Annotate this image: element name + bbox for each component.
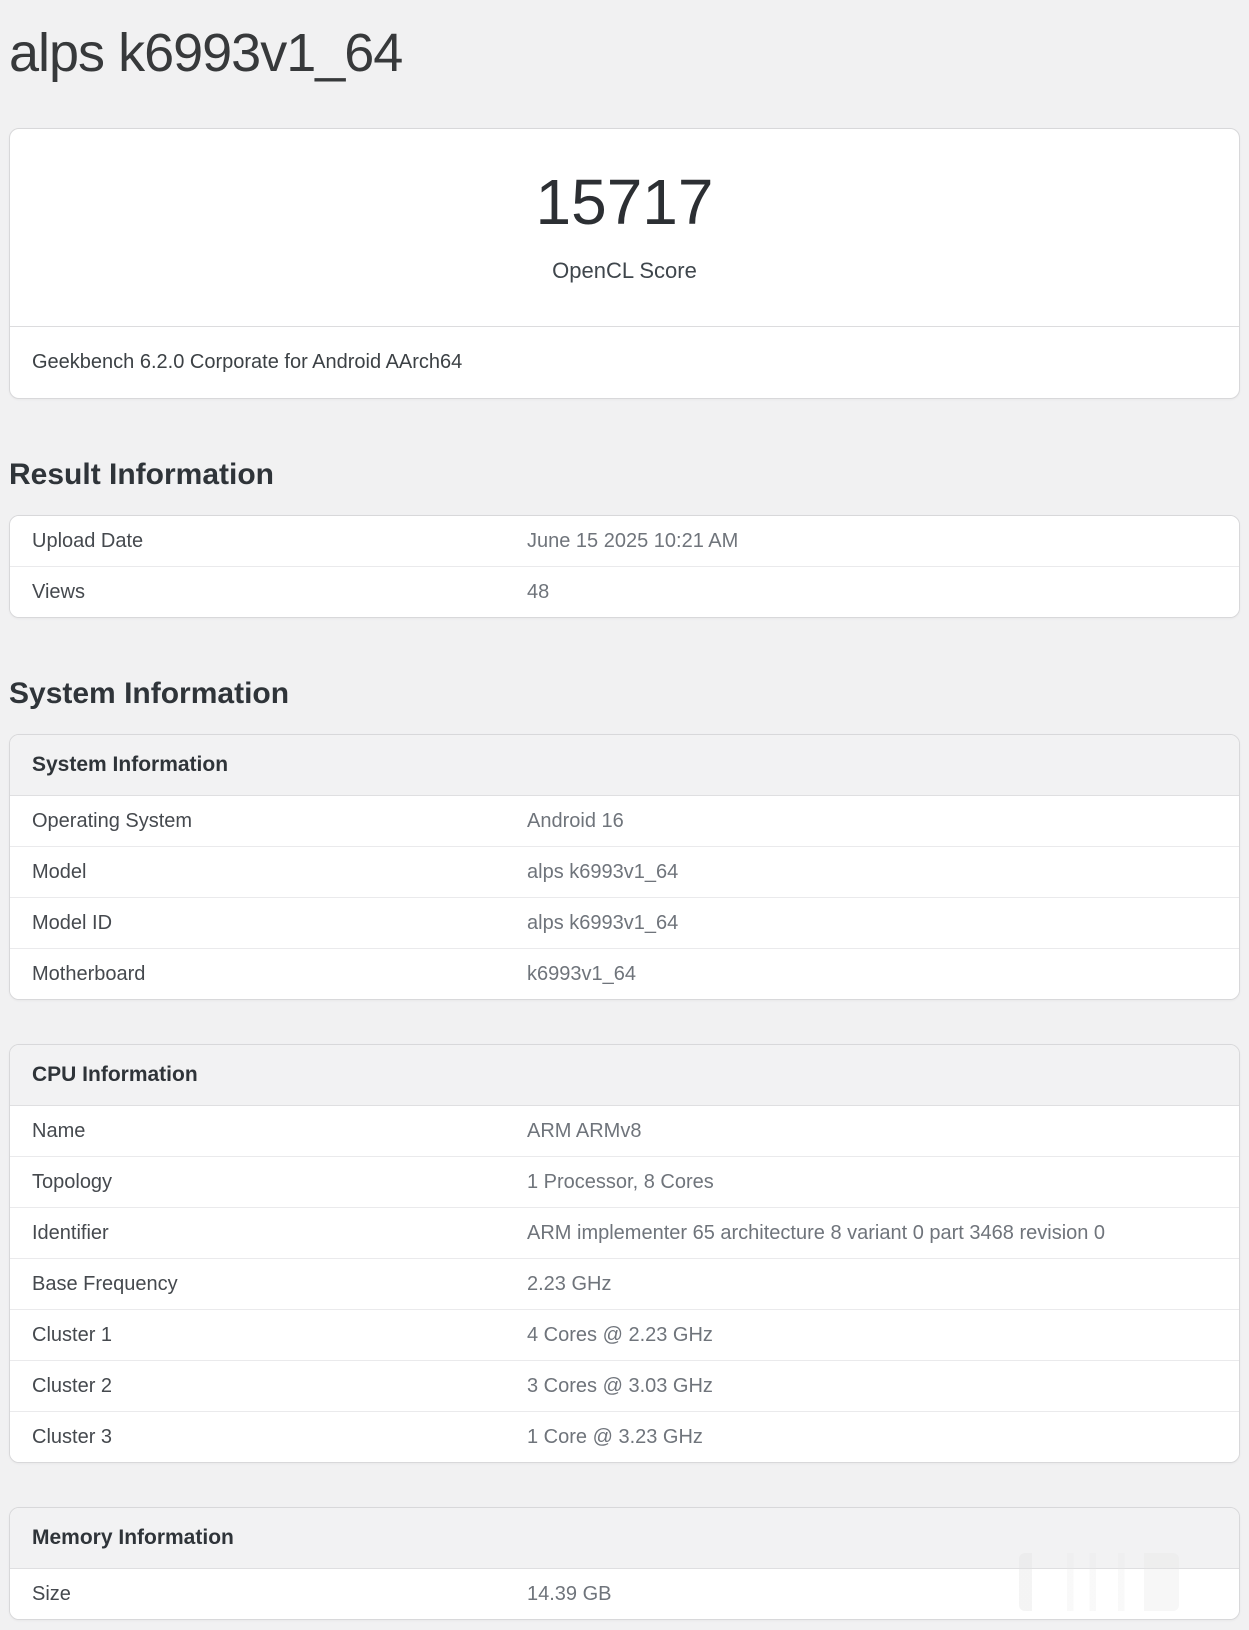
- table-row: Model alps k6993v1_64: [10, 846, 1239, 898]
- table-row: Cluster 3 1 Core @ 3.23 GHz: [10, 1411, 1239, 1463]
- score-card: 15717 OpenCL Score Geekbench 6.2.0 Corpo…: [9, 128, 1240, 400]
- row-value: June 15 2025 10:21 AM: [527, 530, 739, 553]
- row-value: 2.23 GHz: [527, 1273, 612, 1296]
- table-row: Topology 1 Processor, 8 Cores: [10, 1156, 1239, 1208]
- geekbench-version-text: Geekbench 6.2.0 Corporate for Android AA…: [32, 351, 463, 374]
- cpu-information-card: CPU Information Name ARM ARMv8 Topology …: [9, 1044, 1240, 1464]
- system-information-heading: System Information: [9, 677, 290, 711]
- row-label: Base Frequency: [32, 1273, 178, 1296]
- row-label: Operating System: [32, 810, 193, 833]
- opencl-score-label: OpenCL Score: [552, 258, 697, 284]
- row-value: k6993v1_64: [527, 963, 636, 986]
- row-label: Motherboard: [32, 963, 146, 986]
- row-label: Cluster 3: [32, 1426, 113, 1449]
- row-label: Model: [32, 861, 87, 884]
- row-label: Views: [32, 581, 85, 604]
- table-row: Name ARM ARMv8: [10, 1106, 1239, 1157]
- memory-information-card: Memory Information Size 14.39 GB: [9, 1507, 1240, 1621]
- opencl-score-value: 15717: [535, 166, 714, 239]
- row-value: 1 Core @ 3.23 GHz: [527, 1426, 703, 1449]
- table-row: Upload Date June 15 2025 10:21 AM: [10, 516, 1239, 567]
- row-value: 4 Cores @ 2.23 GHz: [527, 1324, 713, 1347]
- table-row: Cluster 2 3 Cores @ 3.03 GHz: [10, 1360, 1239, 1412]
- table-row: Size 14.39 GB: [10, 1569, 1239, 1620]
- table-row: Cluster 1 4 Cores @ 2.23 GHz: [10, 1309, 1239, 1361]
- page-title: alps k6993v1_64: [9, 23, 403, 83]
- row-value: 14.39 GB: [527, 1583, 612, 1606]
- table-row: Model ID alps k6993v1_64: [10, 897, 1239, 949]
- row-label: Cluster 2: [32, 1375, 113, 1398]
- row-value: 3 Cores @ 3.03 GHz: [527, 1375, 713, 1398]
- row-label: Name: [32, 1120, 86, 1143]
- row-label: Upload Date: [32, 530, 144, 553]
- result-information-card: Upload Date June 15 2025 10:21 AM Views …: [9, 515, 1240, 619]
- table-row: Operating System Android 16: [10, 796, 1239, 847]
- row-label: Model ID: [32, 912, 113, 935]
- table-row: Motherboard k6993v1_64: [10, 948, 1239, 1000]
- row-label: Cluster 1: [32, 1324, 113, 1347]
- row-value: Android 16: [527, 810, 624, 833]
- row-label: Topology: [32, 1171, 113, 1194]
- row-value: 1 Processor, 8 Cores: [527, 1171, 714, 1194]
- table-row: Base Frequency 2.23 GHz: [10, 1258, 1239, 1310]
- table-row: Views 48: [10, 566, 1239, 618]
- table-row: Identifier ARM implementer 65 architectu…: [10, 1207, 1239, 1259]
- row-value: alps k6993v1_64: [527, 912, 679, 935]
- card-header: Memory Information: [10, 1508, 1239, 1570]
- row-value: 48: [527, 581, 550, 604]
- row-value: ARM ARMv8: [527, 1120, 642, 1143]
- geekbench-result-page: alps k6993v1_64 15717 OpenCL Score Geekb…: [0, 0, 1249, 1630]
- score-section: 15717 OpenCL Score: [10, 129, 1239, 328]
- row-label: Size: [32, 1583, 71, 1606]
- row-label: Identifier: [32, 1222, 109, 1245]
- card-header: System Information: [10, 735, 1239, 797]
- row-value: alps k6993v1_64: [527, 861, 679, 884]
- card-header: CPU Information: [10, 1045, 1239, 1107]
- row-value: ARM implementer 65 architecture 8 varian…: [527, 1222, 1106, 1245]
- result-information-heading: Result Information: [9, 458, 275, 492]
- system-information-card: System Information Operating System Andr…: [9, 734, 1240, 1001]
